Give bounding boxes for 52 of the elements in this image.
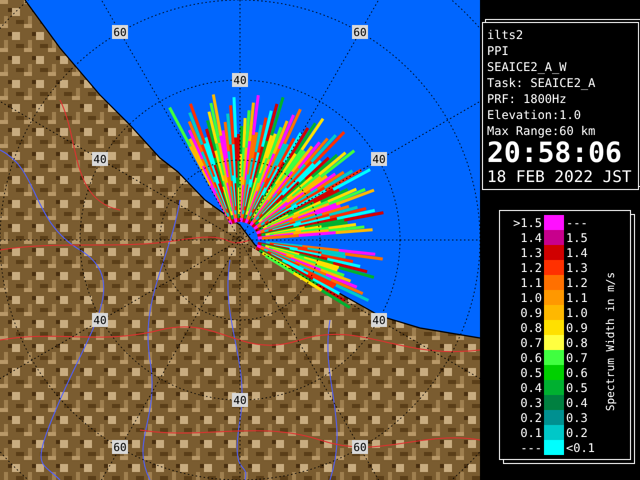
legend-value: 0.6 — [565, 366, 589, 380]
legend-value: 0.2 — [565, 426, 589, 440]
legend-value: 1.3 — [519, 246, 543, 260]
legend-value: 0.3 — [565, 410, 589, 424]
scan-time: 20:58:06 — [487, 139, 623, 167]
legend-title: Spectrum Width in m/s — [604, 272, 617, 411]
legend-value: 0.8 — [519, 320, 543, 334]
legend-value: 0.4 — [565, 396, 589, 410]
range-label: 40 — [232, 393, 248, 407]
legend-value: 1.2 — [519, 260, 543, 274]
info-line: SEAICE2_A_W — [487, 59, 568, 75]
range-label: 40 — [232, 73, 248, 87]
info-line: PRF: 1800Hz — [487, 91, 568, 107]
range-label: 40 — [371, 152, 387, 166]
legend-value: 1.1 — [519, 276, 543, 290]
scan-date: 18 FEB 2022 JST — [487, 167, 632, 187]
legend-value: 0.2 — [519, 410, 543, 424]
legend-value: --- — [519, 440, 543, 454]
legend-value: 0.1 — [519, 426, 543, 440]
legend-value: 0.7 — [565, 350, 589, 364]
range-label: 40 — [92, 313, 108, 327]
legend-value: 1.2 — [565, 276, 589, 290]
range-label: 40 — [92, 152, 108, 166]
legend-value: 0.9 — [519, 306, 543, 320]
range-label: 60 — [112, 440, 128, 454]
range-label: 40 — [371, 313, 387, 327]
range-label: 60 — [352, 440, 368, 454]
legend-value: 0.9 — [565, 320, 589, 334]
info-line: Task: SEAICE2_A — [487, 75, 596, 91]
legend-value: --- — [565, 216, 589, 230]
legend-value: 0.5 — [519, 366, 543, 380]
info-line: ilts2 — [487, 27, 524, 43]
legend-value: 1.0 — [565, 306, 589, 320]
legend-value: 1.0 — [519, 290, 543, 304]
legend-value: 1.1 — [565, 290, 589, 304]
info-line: Max Range:60 km — [487, 123, 596, 139]
info-line: PPI — [487, 43, 510, 59]
legend-value: 1.3 — [565, 260, 589, 274]
legend-value: 0.3 — [519, 396, 543, 410]
legend-value: 0.4 — [519, 380, 543, 394]
legend-value: 0.5 — [565, 380, 589, 394]
legend-value: 0.8 — [565, 336, 589, 350]
legend-value: <0.1 — [565, 440, 596, 454]
legend-value: >1.5 — [512, 216, 543, 230]
legend-value: 1.5 — [565, 230, 589, 244]
legend-value: 0.7 — [519, 336, 543, 350]
info-line: Elevation:1.0 — [487, 107, 582, 123]
range-label: 60 — [112, 25, 128, 39]
range-label: 60 — [352, 25, 368, 39]
legend-value: 1.4 — [519, 230, 543, 244]
legend-value: 0.6 — [519, 350, 543, 364]
legend-value: 1.4 — [565, 246, 589, 260]
